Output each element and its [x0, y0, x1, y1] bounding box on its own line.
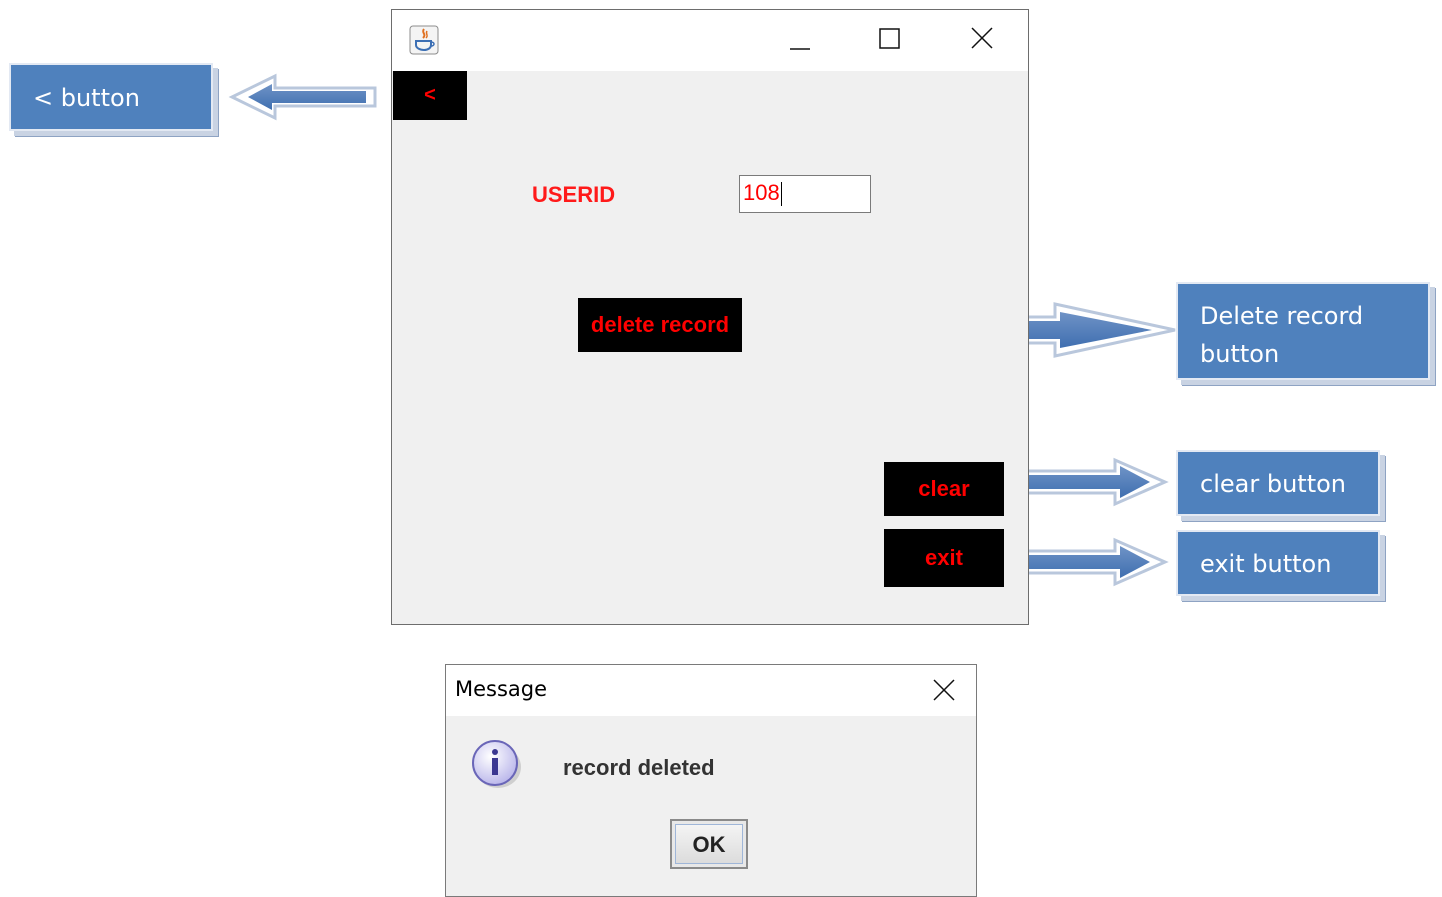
callout-exit-button: exit button	[1176, 530, 1380, 596]
userid-label: USERID	[532, 182, 616, 207]
userid-value: 108	[743, 180, 780, 205]
exit-button[interactable]: exit	[884, 529, 1004, 587]
info-icon	[472, 740, 521, 788]
close-button[interactable]	[960, 20, 1004, 60]
back-button[interactable]: <	[393, 71, 467, 120]
dialog-title: Message	[455, 677, 548, 701]
delete-record-button[interactable]: delete record	[578, 298, 742, 352]
callout-back-button: < button	[9, 63, 213, 131]
dialog-titlebar: Message	[446, 665, 976, 716]
minimize-button[interactable]	[778, 20, 822, 60]
maximize-button[interactable]	[868, 20, 912, 60]
userid-input[interactable]: 108	[739, 175, 871, 213]
ok-button[interactable]: OK	[670, 819, 748, 869]
callout-back-text: < button	[33, 84, 140, 112]
window-titlebar	[392, 10, 1028, 71]
arrow-to-back-button	[228, 73, 377, 121]
clear-button[interactable]: clear	[884, 462, 1004, 516]
callout-delete-record: Delete record button	[1176, 282, 1430, 380]
java-icon	[409, 25, 439, 55]
arrow-to-exit-callout	[1019, 537, 1169, 587]
dialog-close-button[interactable]	[922, 671, 966, 711]
text-caret	[780, 182, 782, 207]
callout-clear-button: clear button	[1176, 450, 1380, 516]
callout-delete-text-line1: Delete record	[1200, 302, 1364, 330]
callout-clear-text: clear button	[1200, 470, 1346, 498]
dialog-message: record deleted	[563, 755, 715, 780]
callout-exit-text: exit button	[1200, 550, 1332, 578]
ok-button-label: OK	[675, 824, 743, 864]
delete-record-window: < USERID 108 delete record clear exit	[391, 9, 1029, 625]
message-dialog: Message record deleted OK	[445, 664, 977, 897]
arrow-to-clear-callout	[1019, 457, 1169, 507]
callout-delete-text-line2: button	[1200, 340, 1280, 368]
